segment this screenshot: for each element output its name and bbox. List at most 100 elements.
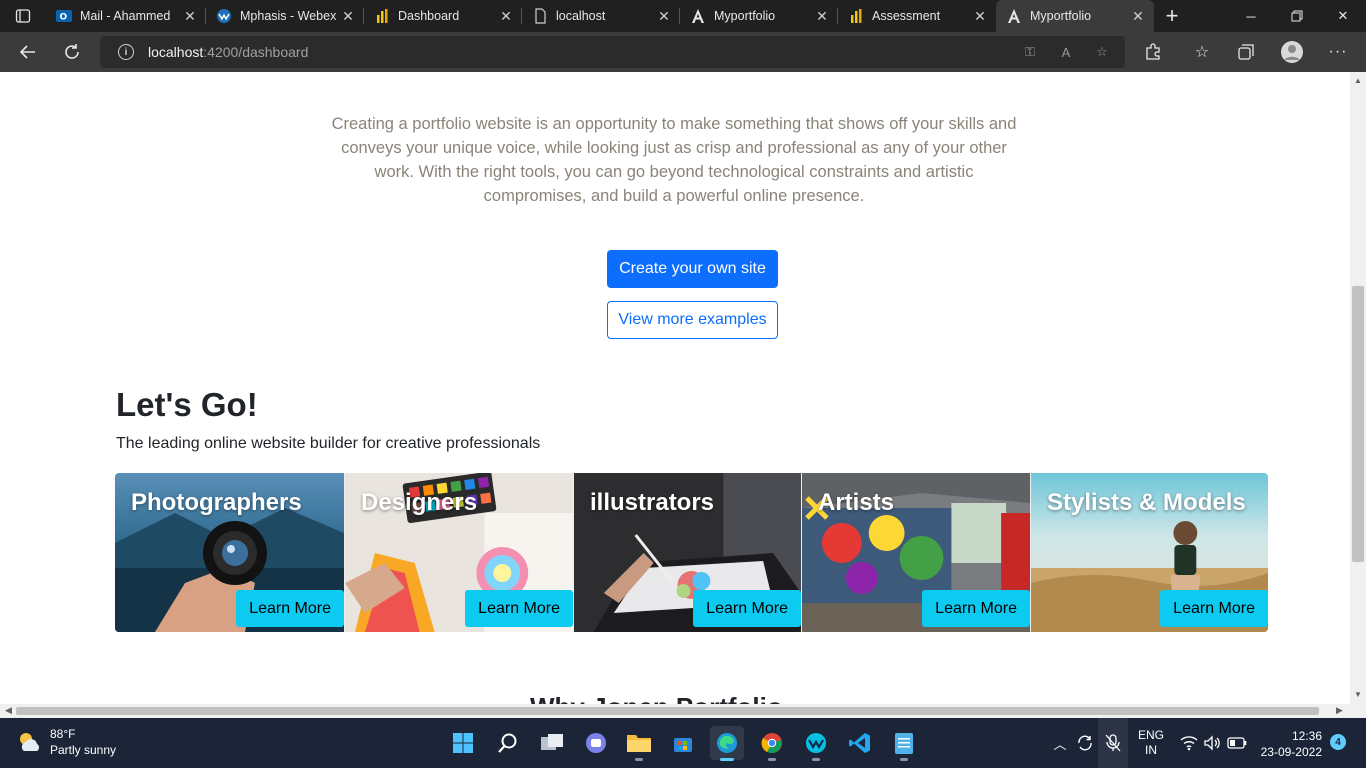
tray-overflow-button[interactable]: ︿ [1050,718,1070,768]
card-title: Stylists & Models [1047,489,1246,516]
browser-tab[interactable]: Assessment ✕ [838,0,996,32]
view-examples-button[interactable]: View more examples [607,301,778,339]
tab-strip: O Mail - Ahammed ✕ Mphasis - Webex ✕ Das… [0,0,1366,32]
close-icon[interactable]: ✕ [652,8,676,25]
angular-icon [690,8,706,24]
close-window-button[interactable]: ✕ [1320,0,1366,32]
learn-more-button[interactable]: Learn More [465,590,573,627]
notification-badge[interactable]: 4 [1330,734,1346,750]
close-icon[interactable]: ✕ [494,8,518,25]
refresh-icon [65,44,79,59]
wifi-button[interactable] [1178,718,1200,768]
angular-icon [1006,8,1022,24]
favorites-button[interactable]: ☆ [1186,36,1218,68]
favorites-icon: ☆ [1194,44,1210,61]
sync-button[interactable] [1074,718,1096,768]
webex-button[interactable] [799,726,833,761]
more-menu-button[interactable]: ··· [1322,36,1354,68]
clock[interactable]: 12:36 23-09-2022 [1252,728,1322,760]
weather-widget[interactable]: 88°F Partly sunny [16,726,116,758]
browser-tab[interactable]: O Mail - Ahammed ✕ [46,0,206,32]
refresh-button[interactable] [56,36,88,68]
close-icon: ✕ [1337,8,1349,23]
learn-more-button[interactable]: Learn More [236,590,344,627]
category-card-illustrators: illustrators Learn More [573,473,801,632]
card-title: Artists [818,489,895,516]
scrollbar-corner [1350,704,1366,718]
browser-tab[interactable]: localhost ✕ [522,0,680,32]
store-button[interactable] [666,726,700,760]
sync-icon [1078,735,1092,751]
partly-sunny-icon [20,733,40,751]
card-title: illustrators [590,489,715,516]
add-favorite-icon[interactable]: ☆ [1094,44,1110,60]
running-indicator [635,758,643,761]
restore-button[interactable] [1274,0,1320,32]
card-title: Designers [361,489,478,516]
teams-chat-button[interactable] [579,726,613,760]
search-icon [498,733,517,753]
category-cards: Photographers Learn More Designers Learn… [115,473,1268,632]
info-icon[interactable]: i [118,44,134,60]
close-icon[interactable]: ✕ [1126,8,1150,25]
page-icon [532,8,548,24]
running-indicator [812,758,820,761]
scroll-down-icon[interactable]: ▼ [1354,690,1362,699]
browser-tab-active[interactable]: Myportfolio ✕ [996,0,1154,32]
file-explorer-button[interactable] [622,726,656,761]
vscode-button[interactable] [843,726,877,760]
new-tab-button[interactable]: + [1158,0,1186,32]
tab-title: Assessment [872,9,941,23]
outlook-icon: O [56,8,72,24]
browser-tab[interactable]: Dashboard ✕ [364,0,522,32]
browser-tab[interactable]: Myportfolio ✕ [680,0,838,32]
notepad-button[interactable] [887,726,921,761]
language-region: IN [1145,743,1157,757]
section-subheading: The leading online website builder for c… [116,435,541,452]
close-icon[interactable]: ✕ [810,8,834,25]
collections-button[interactable] [1230,36,1262,68]
close-icon[interactable]: ✕ [968,8,992,25]
scrollbar-thumb[interactable] [1352,286,1364,562]
minimize-button[interactable]: ─ [1228,0,1274,32]
learn-more-button[interactable]: Learn More [693,590,801,627]
horizontal-scrollbar[interactable]: ◀ ▶ [0,704,1350,718]
create-site-button[interactable]: Create your own site [607,250,778,288]
puzzle-icon [1146,43,1160,60]
intro-paragraph: Creating a portfolio website is an oppor… [331,115,1017,205]
vscode-icon [849,733,870,753]
category-card-photographers: Photographers Learn More [115,473,344,632]
start-button[interactable] [446,726,480,760]
profile-button[interactable] [1276,36,1308,68]
close-icon[interactable]: ✕ [178,8,202,25]
address-bar[interactable]: i localhost:4200/dashboard ⚿ A ☆ [100,36,1125,68]
mic-muted-button[interactable] [1098,718,1128,768]
language-indicator[interactable]: ENG IN [1134,718,1168,768]
edge-button[interactable] [710,726,744,761]
tab-actions-button[interactable] [0,0,46,32]
learn-more-button[interactable]: Learn More [1160,590,1268,627]
task-view-button[interactable] [535,726,569,760]
back-button[interactable] [12,36,44,68]
extensions-button[interactable] [1137,36,1169,68]
webex-icon [216,8,232,24]
battery-button[interactable] [1226,718,1248,768]
scroll-left-icon[interactable]: ◀ [5,705,12,716]
task-view-icon [541,734,563,750]
browser-tab[interactable]: Mphasis - Webex ✕ [206,0,364,32]
learn-more-button[interactable]: Learn More [922,590,1030,627]
weather-temp: 88°F [50,727,76,741]
volume-button[interactable] [1202,718,1222,768]
search-button[interactable] [491,726,525,760]
vertical-scrollbar[interactable]: ▲ ▼ [1350,72,1366,704]
chrome-button[interactable] [755,726,789,761]
running-indicator [900,758,908,761]
scroll-right-icon[interactable]: ▶ [1336,705,1343,716]
next-section-heading: Why Jonen Portfolio [530,692,783,704]
key-icon[interactable]: ⚿ [1022,44,1038,60]
scroll-up-icon[interactable]: ▲ [1354,76,1362,85]
scrollbar-thumb[interactable] [16,707,1319,715]
read-aloud-icon[interactable]: A [1058,44,1074,60]
taskbar: 88°F Partly sunny ︿ ENG IN 12:36 23-09-2… [0,718,1366,768]
close-icon[interactable]: ✕ [336,8,360,25]
